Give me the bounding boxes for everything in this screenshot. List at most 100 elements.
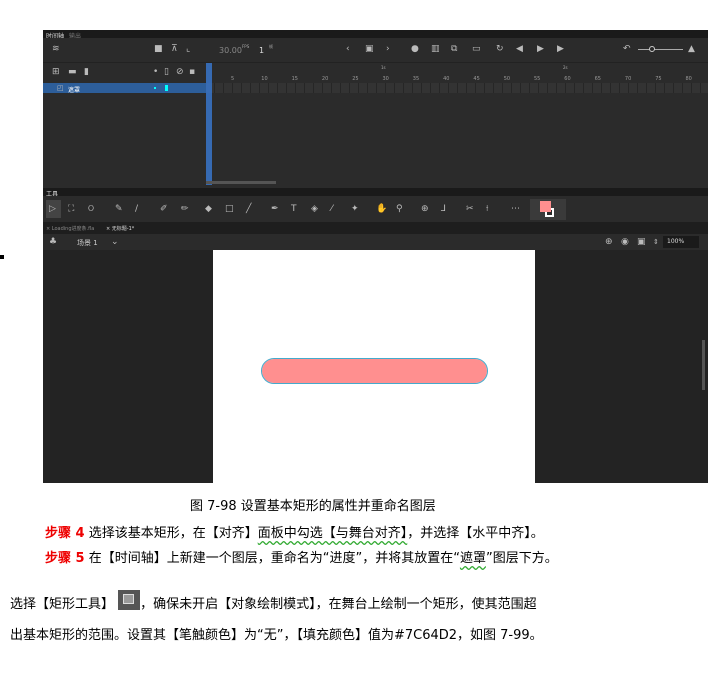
animate-screenshot: 时间轴 输出 ≋ ■ ⊼ ⌞ 30.00 FPS 1 帧 ‹ ▣ › ● ▥ ⧉… (43, 30, 708, 483)
loop-icon[interactable]: ↻ (496, 44, 504, 54)
zoom-slider-handle[interactable] (649, 46, 655, 52)
insert-keyframe-icon[interactable]: ▣ (365, 44, 374, 54)
lock-icon[interactable]: ▪ (189, 67, 195, 77)
doc-tab-label: 无标题-1* (111, 226, 135, 232)
frame-value[interactable]: 1 (259, 46, 264, 55)
ruler-second: 1s (381, 65, 386, 70)
outline-icon[interactable]: ▯ (164, 67, 169, 77)
ruler-tick: 10 (261, 76, 268, 82)
tools-bar: ▷ ⛶ ଠ ✎ / ✐ ✏ ◆ □ ╱ ✒ T ◈ ⁄ ✦ ✋ ⚲ ⊕ ⅃ ✂ … (43, 196, 708, 222)
undo-icon[interactable]: ↶ (623, 44, 631, 54)
paint-bucket-tool[interactable]: ◈ (311, 204, 318, 214)
graph-icon[interactable]: ⌞ (186, 44, 190, 54)
stepper-icon[interactable]: ⇕ (653, 237, 659, 247)
paragraph-line-2: 出基本矩形的范围。设置其【笔触颜色】为“无”，【填充颜色】值为#7C64D2，如… (10, 628, 543, 643)
timeline-scrollbar[interactable] (206, 181, 276, 184)
scene-bar: ♣ 场景 1 ⌄ ⊕ ◉ ▣ ⇕ 100% (43, 234, 708, 250)
rectangle-tool-icon (118, 590, 141, 610)
layer-name[interactable]: 遮罩 (68, 85, 80, 94)
fluid-brush-tool[interactable]: ✐ (160, 204, 168, 214)
ruler-tick: 70 (624, 76, 632, 82)
figure-caption: 图 7-98 设置基本矩形的属性并重命名图层 (190, 499, 436, 514)
color-swatches[interactable] (530, 199, 566, 220)
fit-icon[interactable]: ▣ (637, 237, 646, 247)
pencil-tool[interactable]: ✏ (181, 204, 189, 214)
hand-tool[interactable]: ✋ (376, 204, 387, 214)
step-text: ”图层下方。 (485, 551, 558, 566)
step-4: 步骤 4 选择该基本矩形，在【对齐】面板中勾选【与舞台对齐】，并选择【水平中齐】… (45, 522, 544, 541)
prev-keyframe-icon[interactable]: ‹ (346, 44, 350, 54)
step-5: 步骤 5 在【时间轴】上新建一个图层，重命名为“进度”，并将其放置在“遮罩”图层… (45, 547, 558, 566)
3d-rotation-tool[interactable]: ⊕ (421, 204, 429, 214)
ruler-tick: 35 (412, 76, 420, 82)
fps-value[interactable]: 30.00 (219, 46, 242, 55)
line-tool[interactable]: ╱ (246, 204, 251, 214)
lasso-tool[interactable]: ଠ (88, 204, 94, 214)
text-tool[interactable]: T (291, 204, 297, 214)
zoom-slider[interactable] (638, 49, 683, 50)
highlight-icon[interactable]: • (153, 67, 158, 77)
fill-color[interactable] (540, 201, 551, 212)
scene-icon[interactable]: ♣ (49, 237, 57, 247)
zoom-input[interactable]: 100% (663, 236, 699, 248)
layer-row-mask[interactable]: ◰ 遮罩 (43, 83, 206, 94)
paragraph-line-1: 选择【矩形工具】 ，确保未开启【对象绘制模式】，在舞台上绘制一个矩形，使其范围超 (10, 590, 537, 612)
free-transform-tool[interactable]: ⛶ (68, 204, 74, 214)
paint-brush-tool[interactable]: / (135, 204, 138, 214)
new-layer-icon[interactable]: ⊞ (52, 67, 60, 77)
bind-tool[interactable]: ⟊ (486, 204, 488, 214)
panel-tabs: 时间轴 输出 (43, 30, 708, 40)
zoom-value: 100% (667, 238, 685, 245)
clip-content-icon[interactable]: ◉ (621, 237, 629, 247)
stage[interactable] (213, 250, 535, 483)
ruler-tick: 5 (231, 76, 235, 82)
eraser-tool[interactable]: ◆ (205, 204, 212, 214)
play-icon[interactable]: ▶ (537, 44, 544, 54)
delete-icon[interactable]: ▮ (84, 67, 89, 77)
chevron-down-icon[interactable]: ⌄ (111, 237, 119, 247)
frames-row[interactable] (206, 83, 708, 93)
brush-tool[interactable]: ✎ (115, 204, 123, 214)
zoom-tool[interactable]: ⚲ (396, 204, 403, 214)
pin-tool[interactable]: ✦ (351, 204, 359, 214)
ruler-tick: 30 (382, 76, 389, 82)
mountains-icon[interactable]: ▲ (688, 44, 695, 54)
doc-tab-active[interactable]: × 无标题-1* (106, 225, 134, 232)
selection-tool[interactable]: ▷ (46, 200, 61, 218)
folder-icon[interactable]: ▬ (68, 67, 77, 77)
eyedropper-tool[interactable]: ⁄ (331, 204, 333, 214)
next-keyframe-icon[interactable]: › (386, 44, 390, 54)
center-stage-icon[interactable]: ⊕ (605, 237, 613, 247)
edit-multiple-icon[interactable]: ▥ (431, 44, 440, 54)
rectangle-tool[interactable]: □ (225, 204, 234, 214)
step-label: 步骤 4 (45, 526, 85, 541)
more-tools-icon[interactable]: ⋯ (511, 204, 520, 214)
layer-color[interactable] (165, 85, 168, 91)
ruler-tick: 65 (594, 76, 601, 82)
ruler-tick: 75 (655, 76, 662, 82)
step-back-icon[interactable]: ◀ (516, 44, 523, 54)
playhead[interactable] (206, 63, 212, 185)
rounded-rectangle-shape[interactable] (261, 358, 488, 384)
tween-icon[interactable]: ⧉ (451, 44, 457, 54)
scene-label[interactable]: 场景 1 (77, 238, 98, 248)
step-forward-icon[interactable]: ▶ (557, 44, 564, 54)
stage-scrollbar[interactable] (702, 340, 705, 390)
step-label: 步骤 5 (45, 551, 85, 566)
ruler-tick: 80 (685, 76, 692, 82)
pen-tool[interactable]: ✒ (271, 204, 279, 214)
onion-skin-icon[interactable]: ● (411, 44, 419, 54)
3d-translation-tool[interactable]: ⅃ (441, 204, 446, 214)
document-tabs: × Loading进度条.fla × 无标题-1* (43, 222, 708, 234)
ruler-tick: 40 (443, 76, 450, 82)
bone-tool[interactable]: ✂ (466, 204, 474, 214)
step-text: 遮罩 (459, 551, 486, 566)
visibility-icon[interactable]: ⊘ (176, 67, 184, 77)
layers-icon[interactable]: ≋ (52, 44, 60, 54)
clip-icon[interactable]: ▭ (472, 44, 481, 54)
fps-unit: FPS (242, 44, 250, 49)
parent-icon[interactable]: ⊼ (171, 44, 178, 54)
ruler-tick: 20 (321, 76, 329, 82)
camera-icon[interactable]: ■ (154, 44, 163, 54)
doc-tab[interactable]: × Loading进度条.fla (46, 225, 94, 232)
